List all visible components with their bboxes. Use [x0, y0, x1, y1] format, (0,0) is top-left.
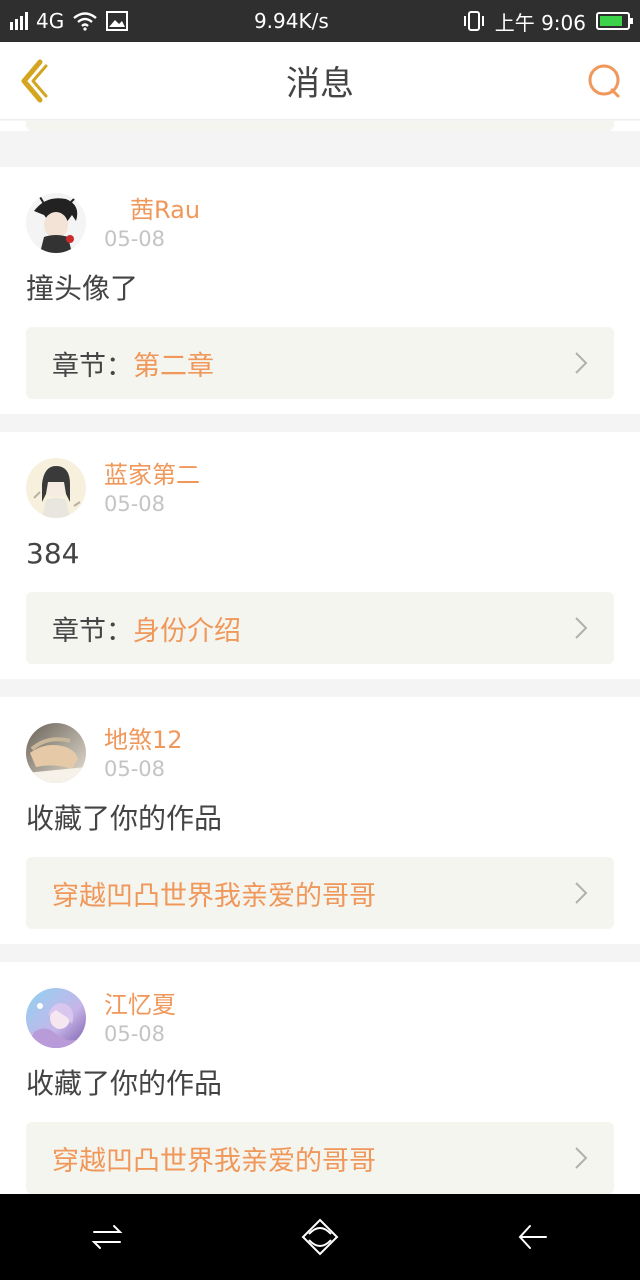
- message-date: 05-08: [104, 1022, 166, 1046]
- status-right: 上午 9:06: [463, 7, 633, 36]
- avatar[interactable]: [26, 193, 86, 253]
- wifi-icon: [73, 12, 97, 31]
- network-type: 4G: [36, 9, 65, 33]
- menu-switch-icon[interactable]: [77, 1207, 137, 1267]
- message-list[interactable]: 茜Rau 05-08 撞头像了 章节： 第二章 蓝家第二 05-08 384 章…: [0, 121, 640, 1194]
- username[interactable]: 茜Rau: [130, 194, 200, 226]
- message-date: 05-08: [104, 492, 166, 516]
- home-icon[interactable]: [290, 1207, 350, 1267]
- message-text: 384: [26, 537, 80, 570]
- message-card: 江忆夏 05-08 收藏了你的作品 穿越凹凸世界我亲爱的哥哥: [0, 962, 640, 1194]
- reference-target: 身份介绍: [133, 615, 241, 647]
- battery-icon: [596, 12, 633, 30]
- chevron-right-icon: [575, 1147, 588, 1169]
- message-header: 江忆夏 05-08: [26, 986, 614, 1050]
- reference-prefix: 章节：: [52, 615, 133, 647]
- avatar[interactable]: [26, 988, 86, 1048]
- reference-link[interactable]: 穿越凹凸世界我亲爱的哥哥: [26, 1122, 614, 1194]
- message-text: 收藏了你的作品: [26, 1067, 223, 1100]
- back-icon[interactable]: [14, 56, 54, 106]
- message-card: 蓝家第二 05-08 384 章节： 身份介绍: [0, 432, 640, 679]
- message-date: 05-08: [104, 227, 166, 251]
- reference-target: 第二章: [133, 350, 214, 382]
- reference-link[interactable]: 章节： 第二章: [26, 327, 614, 399]
- message-card: 地煞12 05-08 收藏了你的作品 穿越凹凸世界我亲爱的哥哥: [0, 697, 640, 944]
- reference-link[interactable]: 章节： 身份介绍: [26, 592, 614, 664]
- message-header: 地煞12 05-08: [26, 721, 614, 785]
- avatar[interactable]: [26, 458, 86, 518]
- clock: 上午 9:06: [494, 10, 586, 35]
- message-header: 蓝家第二 05-08: [26, 456, 614, 520]
- reference-link[interactable]: 穿越凹凸世界我亲爱的哥哥: [26, 857, 614, 929]
- reference-prefix: 章节：: [52, 350, 133, 382]
- network-speed: 9.94K/s: [253, 9, 329, 33]
- username[interactable]: 地煞12: [104, 724, 183, 756]
- user-meta: 地煞12 05-08: [104, 724, 183, 782]
- message-header: 茜Rau 05-08: [26, 191, 614, 255]
- username[interactable]: 江忆夏: [104, 989, 176, 1021]
- message-text: 撞头像了: [26, 272, 139, 305]
- signal-icon: [10, 12, 28, 30]
- search-icon[interactable]: [586, 62, 624, 100]
- reference-target: 穿越凹凸世界我亲爱的哥哥: [52, 880, 376, 912]
- chevron-right-icon: [575, 352, 588, 374]
- chevron-right-icon: [575, 617, 588, 639]
- user-meta: 茜Rau 05-08: [104, 194, 200, 252]
- user-meta: 江忆夏 05-08: [104, 989, 176, 1047]
- user-meta: 蓝家第二 05-08: [104, 459, 200, 517]
- previous-card-fragment: [0, 121, 640, 131]
- vibrate-icon: [463, 11, 484, 31]
- back-arrow-icon[interactable]: [503, 1207, 563, 1267]
- username[interactable]: 蓝家第二: [104, 459, 200, 491]
- system-nav-bar: [0, 1194, 640, 1280]
- chevron-right-icon: [575, 882, 588, 904]
- page-title: 消息: [286, 64, 354, 104]
- avatar[interactable]: [26, 723, 86, 783]
- message-text: 收藏了你的作品: [26, 802, 223, 835]
- reference-target: 穿越凹凸世界我亲爱的哥哥: [52, 1145, 376, 1177]
- app-header: 消息: [0, 42, 640, 120]
- message-date: 05-08: [104, 757, 166, 781]
- battery-level: [600, 16, 622, 26]
- message-card: 茜Rau 05-08 撞头像了 章节： 第二章: [0, 167, 640, 414]
- status-bar: 4G 9.94K/s 上午 9:06: [0, 0, 640, 42]
